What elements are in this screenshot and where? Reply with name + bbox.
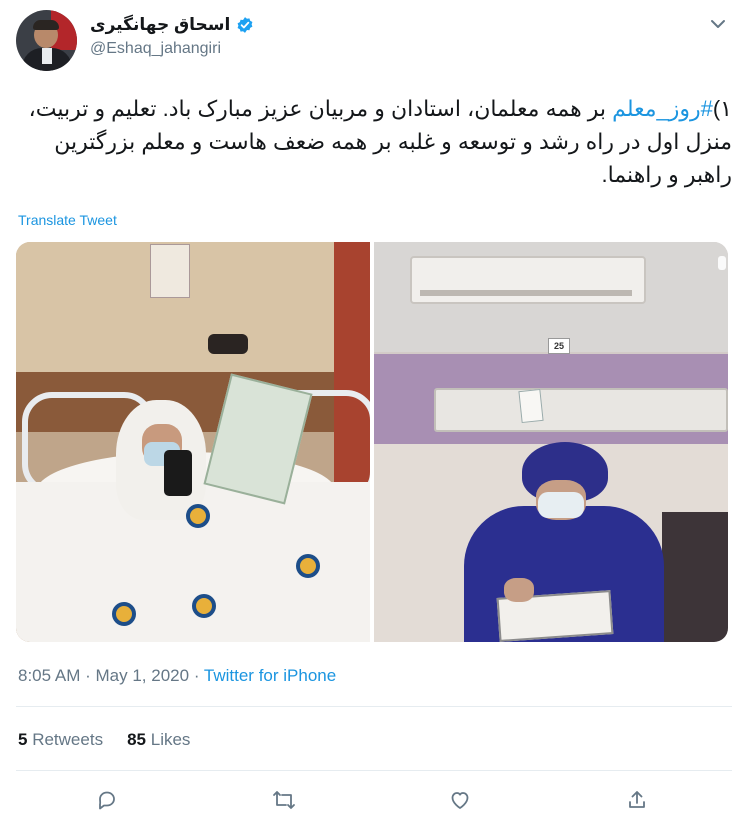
tweet-source-link[interactable]: Twitter for iPhone (204, 666, 336, 685)
room-number-sign: 25 (548, 338, 570, 354)
hashtag-link[interactable]: #روز_معلم (612, 96, 713, 121)
tweet-meta: 8:05 AM · May 1, 2020 · Twitter for iPho… (18, 666, 336, 686)
tweet-text: ۱)#روز_معلم بر همه معلمان، استادان و مرب… (18, 92, 732, 191)
action-bar (0, 780, 748, 820)
like-button[interactable] (440, 780, 480, 820)
verified-badge-icon (236, 16, 254, 34)
meta-separator: · (193, 666, 200, 685)
reply-icon (99, 791, 115, 810)
retweets-stat[interactable]: 5 Retweets (18, 730, 103, 750)
likes-stat[interactable]: 85 Likes (127, 730, 190, 750)
display-name[interactable]: اسحاق جهانگیری (90, 15, 230, 35)
tweet-stats: 5 Retweets 85 Likes (18, 730, 190, 750)
divider (16, 706, 732, 707)
translate-tweet-link[interactable]: Translate Tweet (18, 212, 117, 228)
share-button[interactable] (617, 780, 657, 820)
likes-label: Likes (150, 730, 191, 749)
divider (16, 770, 732, 771)
media-grid: 25 (16, 242, 728, 642)
handle[interactable]: @Eshaq_jahangiri (90, 40, 221, 58)
avatar[interactable] (16, 10, 77, 71)
retweets-label: Retweets (32, 730, 104, 749)
tweet-time[interactable]: 8:05 AM (18, 666, 80, 685)
reply-button[interactable] (87, 780, 127, 820)
retweet-button[interactable] (264, 780, 304, 820)
tweet-date[interactable]: May 1, 2020 (96, 666, 190, 685)
retweets-count: 5 (18, 730, 28, 749)
photo-hospital-room-writing[interactable]: 25 (374, 242, 728, 642)
likes-count: 85 (127, 730, 146, 749)
author-name-row[interactable]: اسحاق جهانگیری (90, 14, 254, 36)
photo-hospital-bed-reading[interactable] (16, 242, 370, 642)
retweet-icon (273, 791, 295, 809)
meta-separator: · (85, 666, 91, 685)
share-icon (629, 791, 645, 808)
tweet: اسحاق جهانگیری @Eshaq_jahangiri ۱)#روز_م… (0, 0, 748, 834)
tweet-text-prefix: ۱) (712, 96, 732, 121)
chevron-down-icon[interactable] (708, 14, 728, 34)
heart-icon (451, 792, 469, 809)
